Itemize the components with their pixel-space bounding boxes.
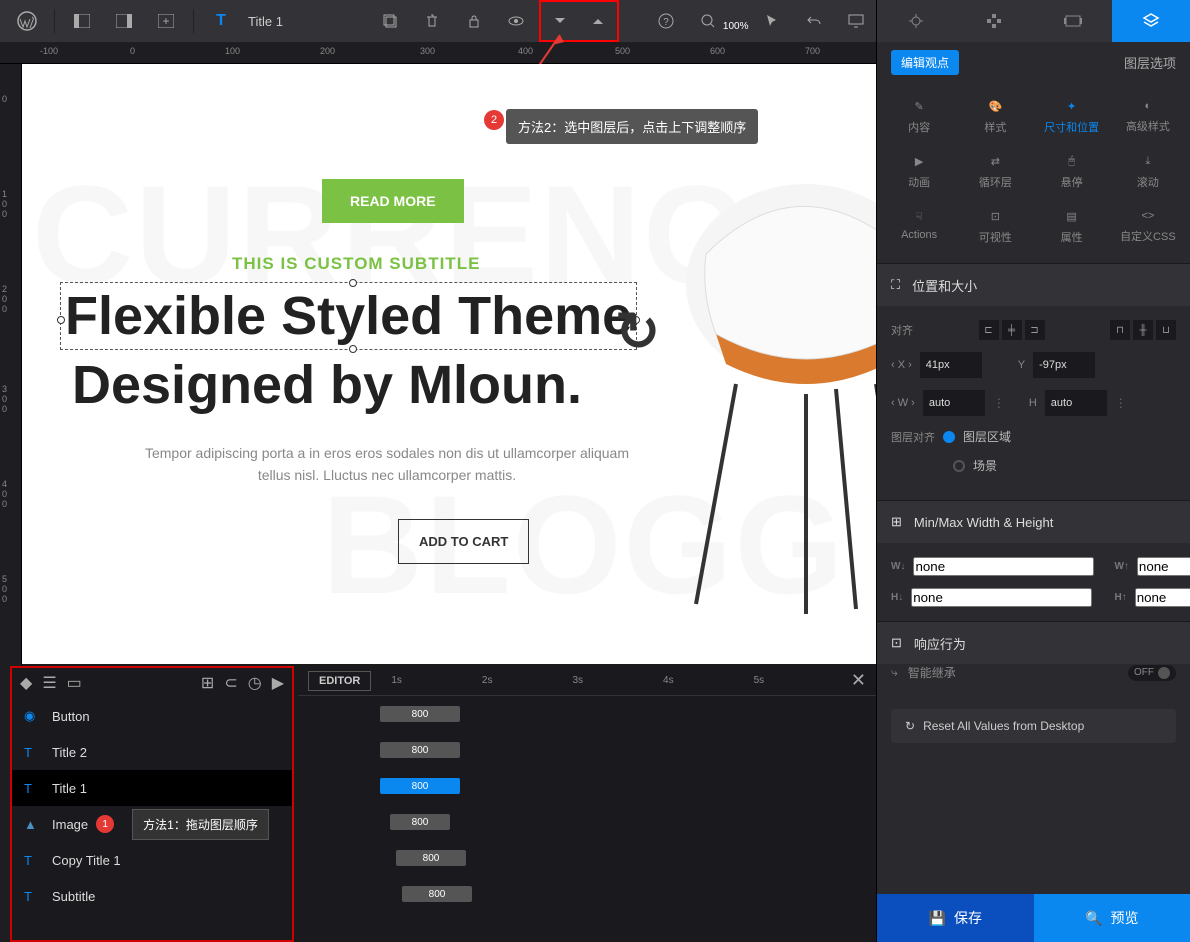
annotation-tooltip-2: 方法2：选中图层后，点击上下调整顺序 xyxy=(506,109,758,144)
copy-icon[interactable] xyxy=(371,2,409,40)
w-input[interactable] xyxy=(923,390,985,416)
annotation-tooltip-1: 方法1：拖动图层顺序 xyxy=(132,809,269,840)
timeline-bar-active[interactable]: 800 xyxy=(380,778,460,794)
help-icon[interactable]: ? xyxy=(647,2,685,40)
radio-scene[interactable] xyxy=(953,460,965,472)
preview-button[interactable]: 🔍预览 xyxy=(1034,894,1190,942)
layer-item-copy-title1[interactable]: TCopy Title 1 xyxy=(12,842,292,878)
add-to-cart-button[interactable]: ADD TO CART xyxy=(398,519,529,564)
tool-actions[interactable]: ☟Actions xyxy=(881,200,957,255)
timeline-bar[interactable]: 800 xyxy=(390,814,450,830)
layer-item-subtitle[interactable]: TSubtitle xyxy=(12,878,292,914)
title2-text[interactable]: Designed by Mloun. xyxy=(72,354,582,416)
text-layer-icon[interactable]: T xyxy=(202,2,240,40)
properties-panel: 编辑观点 图层选项 ✎内容 🎨样式 ✦尺寸和位置 ◐高级样式 ▶动画 ⇄循环层 … xyxy=(876,0,1190,942)
align-top-icon[interactable]: ⊓ xyxy=(1110,320,1130,340)
min-height-input[interactable] xyxy=(911,588,1092,607)
subtitle-text[interactable]: THIS IS CUSTOM SUBTITLE xyxy=(232,254,480,274)
smart-inherit-toggle[interactable]: OFF xyxy=(1128,665,1176,681)
align-bottom-icon[interactable]: ⊔ xyxy=(1156,320,1176,340)
x-input[interactable] xyxy=(920,352,982,378)
tool-visibility[interactable]: ⊡可视性 xyxy=(957,200,1033,255)
timeline-panel: EDITOR 1s 2s 3s 4s 5s ✕ 800 800 800 800 … xyxy=(298,666,876,942)
move-up-icon[interactable] xyxy=(579,2,617,40)
section-minmax[interactable]: ⊞Min/Max Width & Height xyxy=(877,501,1190,543)
align-center-icon[interactable]: ╪ xyxy=(1002,320,1022,340)
align-horizontal-buttons: ⊏╪⊐ xyxy=(979,320,1045,340)
align-vertical-buttons: ⊓╫⊔ xyxy=(1110,320,1176,340)
layer-item-image[interactable]: ▲Image1方法1：拖动图层顺序 xyxy=(12,806,292,842)
timeline-bar[interactable]: 800 xyxy=(380,742,460,758)
max-height-input[interactable] xyxy=(1135,588,1190,607)
tool-custom-css[interactable]: <>自定义CSS xyxy=(1110,200,1186,255)
folder-icon[interactable]: ▭ xyxy=(67,673,82,693)
edit-viewpoint-badge[interactable]: 编辑观点 xyxy=(891,50,959,75)
tool-advanced-style[interactable]: ◐高级样式 xyxy=(1110,90,1186,145)
tab-navigation[interactable] xyxy=(955,0,1033,42)
layer-options-link[interactable]: 图层选项 xyxy=(1124,53,1176,72)
annotation-badge-1: 1 xyxy=(96,815,114,833)
panel-right-icon[interactable] xyxy=(105,2,143,40)
grid-icon[interactable]: ⊞ xyxy=(201,673,214,693)
selected-layer-label: Title 1 xyxy=(248,14,283,29)
section-position-size[interactable]: ⛶位置和大小 xyxy=(877,264,1190,306)
canvas-area[interactable]: CURRENC BLOGG READ MORE THIS IS CUSTOM S… xyxy=(22,64,876,664)
tool-size-position[interactable]: ✦尺寸和位置 xyxy=(1034,90,1110,145)
svg-text:+: + xyxy=(162,14,169,28)
tool-attributes[interactable]: ▤属性 xyxy=(1034,200,1110,255)
tool-animation[interactable]: ▶动画 xyxy=(881,145,957,200)
tab-slides[interactable] xyxy=(1034,0,1112,42)
panel-left-icon[interactable] xyxy=(63,2,101,40)
chair-image[interactable] xyxy=(656,104,876,624)
tab-settings[interactable] xyxy=(877,0,955,42)
align-right-icon[interactable]: ⊐ xyxy=(1025,320,1045,340)
align-middle-icon[interactable]: ╫ xyxy=(1133,320,1153,340)
add-panel-icon[interactable]: + xyxy=(147,2,185,40)
delete-icon[interactable] xyxy=(413,2,451,40)
align-left-icon[interactable]: ⊏ xyxy=(979,320,999,340)
tool-style[interactable]: 🎨样式 xyxy=(957,90,1033,145)
y-input[interactable] xyxy=(1033,352,1095,378)
timer-icon[interactable]: ◷ xyxy=(248,673,262,693)
title1-layer-selected[interactable]: Flexible Styled Theme ↻ xyxy=(60,282,637,350)
layers-panel-header: ◆ ☰ ▭ ⊞ ⊂ ◷ ▶ xyxy=(12,668,292,698)
layer-item-button[interactable]: ◉Button xyxy=(12,698,292,734)
max-width-input[interactable] xyxy=(1137,557,1190,576)
editor-button[interactable]: EDITOR xyxy=(308,671,371,691)
tool-hover[interactable]: 🖱悬停 xyxy=(1034,145,1110,200)
tool-loop[interactable]: ⇄循环层 xyxy=(957,145,1033,200)
tool-grid: ✎内容 🎨样式 ✦尺寸和位置 ◐高级样式 ▶动画 ⇄循环层 🖱悬停 ⤓滚动 ☟A… xyxy=(877,82,1190,263)
list-icon[interactable]: ☰ xyxy=(42,673,56,693)
desktop-icon[interactable] xyxy=(837,2,875,40)
min-width-input[interactable] xyxy=(913,557,1094,576)
layer-item-title1[interactable]: TTitle 1 xyxy=(12,770,292,806)
lock-icon[interactable] xyxy=(455,2,493,40)
layer-item-title2[interactable]: TTitle 2 xyxy=(12,734,292,770)
layers-panel: ◆ ☰ ▭ ⊞ ⊂ ◷ ▶ ◉Button TTitle 2 TTitle 1 … xyxy=(10,666,294,942)
section-responsive[interactable]: ⊡响应行为 xyxy=(877,622,1190,664)
tool-scroll[interactable]: ⤓滚动 xyxy=(1110,145,1186,200)
annotation-badge-2: 2 xyxy=(484,110,504,130)
pointer-icon[interactable] xyxy=(753,2,791,40)
close-icon[interactable]: ✕ xyxy=(851,670,866,691)
tool-content[interactable]: ✎内容 xyxy=(881,90,957,145)
undo-icon[interactable] xyxy=(795,2,833,40)
timeline-bar[interactable]: 800 xyxy=(396,850,466,866)
magnet-icon[interactable]: ⊂ xyxy=(224,673,237,693)
reset-button[interactable]: ↻Reset All Values from Desktop xyxy=(891,709,1176,743)
read-more-button[interactable]: READ MORE xyxy=(322,179,464,223)
timeline-bar[interactable]: 800 xyxy=(402,886,472,902)
h-input[interactable] xyxy=(1045,390,1107,416)
save-button[interactable]: 💾保存 xyxy=(877,894,1034,942)
tab-layers[interactable] xyxy=(1112,0,1190,42)
zoom-icon[interactable] xyxy=(689,2,727,40)
play-icon[interactable]: ▶ xyxy=(272,673,284,693)
wordpress-icon[interactable] xyxy=(8,2,46,40)
svg-text:?: ? xyxy=(663,17,669,28)
description-text[interactable]: Tempor adipiscing porta a in eros eros s… xyxy=(132,442,642,487)
radio-layer-area[interactable] xyxy=(943,431,955,443)
timeline-bar[interactable]: 800 xyxy=(380,706,460,722)
layers-icon[interactable]: ◆ xyxy=(20,673,32,693)
zoom-label: 100% xyxy=(723,21,749,32)
